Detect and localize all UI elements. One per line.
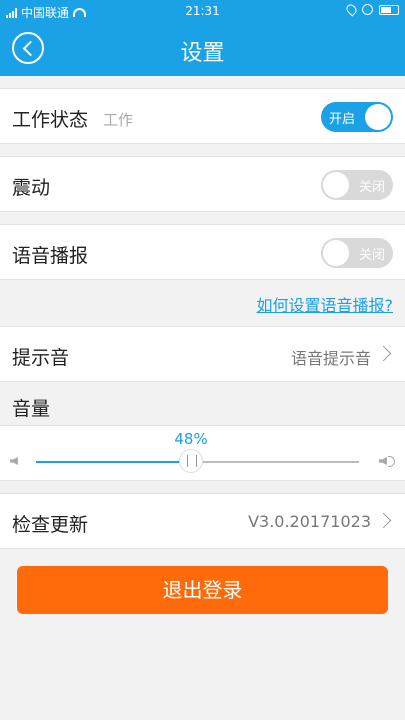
- prompt-sound-label: 提示音: [12, 347, 70, 369]
- battery-icon: [379, 4, 399, 15]
- work-status-label: 工作状态: [12, 109, 89, 131]
- version-value: V3.0.20171023: [248, 512, 371, 531]
- check-update-label: 检查更新: [12, 514, 89, 536]
- volume-slider-track[interactable]: [36, 449, 359, 473]
- vibration-label: 震动: [12, 177, 51, 199]
- work-status-toggle-text: 开启: [329, 112, 356, 127]
- volume-percent: 48%: [174, 430, 208, 448]
- volume-low-icon: [10, 457, 18, 465]
- voice-broadcast-label: 语音播报: [12, 245, 89, 267]
- work-status-row: 工作状态 工作 开启: [0, 88, 405, 144]
- chevron-right-icon: [375, 345, 392, 362]
- check-update-row[interactable]: 检查更新 V3.0.20171023: [0, 493, 405, 549]
- prompt-sound-value: 语音提示音: [290, 349, 371, 368]
- work-status-toggle[interactable]: 开启: [321, 102, 393, 132]
- toggle-knob: [323, 172, 349, 198]
- alarm-icon: [362, 4, 373, 15]
- nav-bar: 设置: [0, 22, 405, 76]
- vibration-toggle[interactable]: 关闭: [321, 170, 393, 200]
- voice-broadcast-row: 语音播报 关闭: [0, 224, 405, 280]
- voice-help-link[interactable]: 如何设置语音播报?: [257, 292, 394, 316]
- prompt-sound-row[interactable]: 提示音 语音提示音: [0, 326, 405, 382]
- volume-high-icon: [379, 456, 395, 467]
- logout-button[interactable]: 退出登录: [17, 566, 388, 614]
- volume-label: 音量: [12, 398, 51, 420]
- status-time: 21:31: [185, 4, 220, 18]
- vibration-toggle-text: 关闭: [358, 180, 385, 195]
- volume-slider-row: 48%: [0, 425, 405, 481]
- status-bar: 中国联通 21:31: [0, 0, 405, 22]
- page-title: 设置: [180, 41, 225, 66]
- toggle-knob: [365, 104, 391, 130]
- toggle-knob: [323, 240, 349, 266]
- volume-slider-fill: [36, 461, 192, 463]
- chevron-right-icon: [375, 512, 392, 529]
- voice-broadcast-toggle[interactable]: 关闭: [321, 238, 393, 268]
- status-right: [344, 2, 399, 17]
- volume-slider-thumb[interactable]: [179, 449, 204, 473]
- voice-broadcast-toggle-text: 关闭: [358, 248, 385, 263]
- work-status-current: 工作: [103, 111, 134, 129]
- vibration-row: 震动 关闭: [0, 156, 405, 212]
- location-icon: [344, 2, 359, 17]
